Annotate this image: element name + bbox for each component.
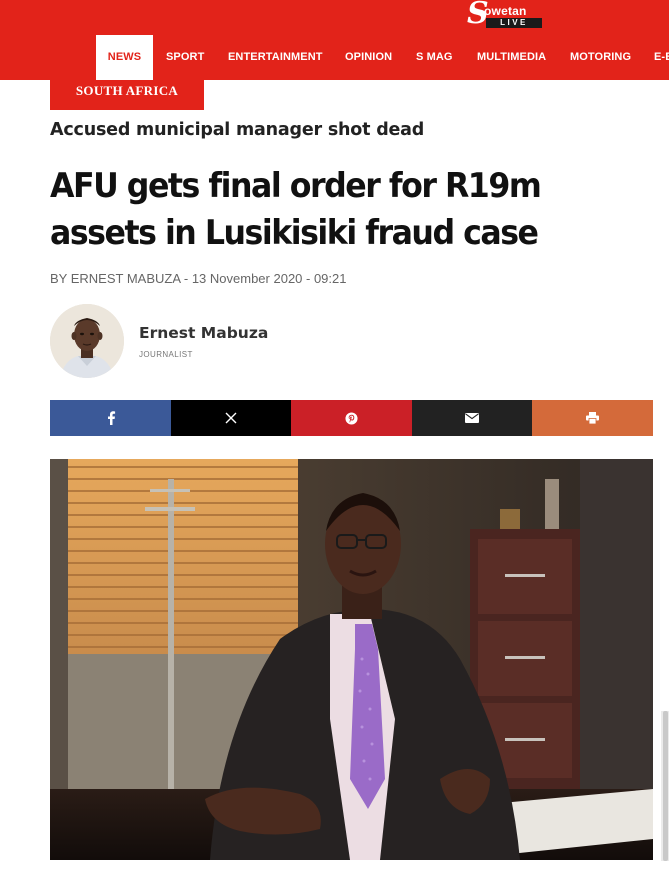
nav-item-opinion[interactable]: OPINION xyxy=(345,35,392,80)
article-lead-photo[interactable] xyxy=(50,459,653,860)
share-bar xyxy=(50,400,653,436)
author-portrait xyxy=(50,304,124,378)
nav-item-s-mag[interactable]: S MAG xyxy=(416,35,453,80)
logo-text: owetan xyxy=(484,4,527,18)
printer-icon xyxy=(586,412,599,424)
author-role: JOURNALIST xyxy=(139,350,193,359)
share-x-button[interactable] xyxy=(171,400,291,436)
article-headline: AFU gets final order for R19m assets in … xyxy=(50,166,542,253)
section-tag[interactable]: SOUTH AFRICA xyxy=(50,80,204,110)
author-name[interactable]: Ernest Mabuza xyxy=(139,324,268,342)
pinterest-icon xyxy=(345,411,358,425)
sowetan-live-logo[interactable]: S owetan LIVE xyxy=(467,0,545,29)
page-scrollbar[interactable] xyxy=(661,711,669,861)
nav-item-e-edition[interactable]: E-E xyxy=(654,35,669,80)
nav-item-news[interactable]: NEWS xyxy=(96,35,153,80)
share-pinterest-button[interactable] xyxy=(291,400,412,436)
share-email-button[interactable] xyxy=(412,400,532,436)
share-facebook-button[interactable] xyxy=(50,400,171,436)
share-print-button[interactable] xyxy=(532,400,653,436)
site-header: S owetan LIVE NEWS SPORT ENTERTAINMENT O… xyxy=(0,0,669,80)
facebook-icon xyxy=(107,411,115,425)
envelope-icon xyxy=(465,413,479,423)
x-icon xyxy=(225,412,237,424)
nav-item-motoring[interactable]: MOTORING xyxy=(570,35,631,80)
related-headline[interactable]: Accused municipal manager shot dead xyxy=(50,120,424,140)
article-byline: BY ERNEST MABUZA - 13 November 2020 - 09… xyxy=(50,271,347,286)
scrollbar-thumb[interactable] xyxy=(663,711,668,861)
logo-sub: LIVE xyxy=(486,18,542,28)
nav-item-sport[interactable]: SPORT xyxy=(166,35,204,80)
lead-photo-illustration xyxy=(50,459,653,860)
author-avatar[interactable] xyxy=(50,304,124,378)
nav-item-multimedia[interactable]: MULTIMEDIA xyxy=(477,35,546,80)
nav-item-entertainment[interactable]: ENTERTAINMENT xyxy=(228,35,323,80)
